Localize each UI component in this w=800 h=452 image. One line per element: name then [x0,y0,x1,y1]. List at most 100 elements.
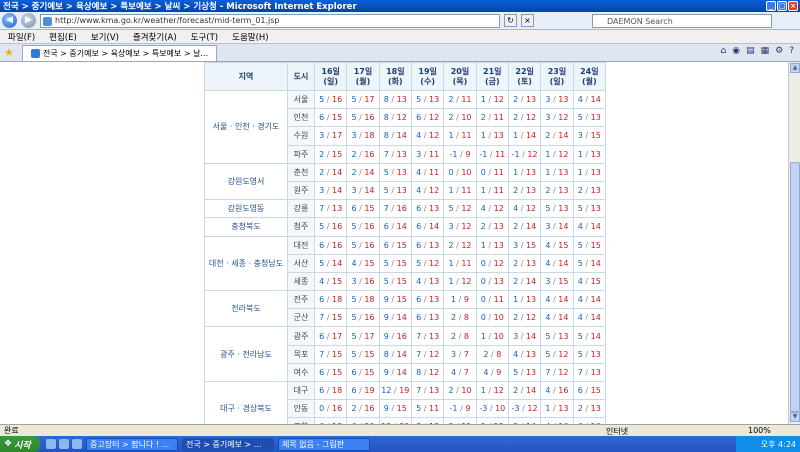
temp-high: 9 [465,404,471,414]
temp-cell: 2 / 12 [507,108,542,128]
temp-separator: / [421,276,429,286]
header-day-weekday: (일) [323,76,338,86]
minimize-button[interactable]: _ [766,1,776,11]
temp-cell: 5 / 16 [346,217,380,237]
temp-high: 7 [463,367,469,377]
temp-separator: / [421,149,429,159]
menu-file[interactable]: 파일(F) [8,31,35,43]
temp-cell: 5 / 16 [346,235,380,255]
url-input[interactable]: http://www.kma.go.kr/weather/forecast/mi… [40,13,500,28]
tab-bar: ★ 전국 > 중기예보 > 육상예보 > 특보예보 > 날... ⌂ ◉ ▤ ▦… [0,44,800,62]
vertical-scrollbar[interactable]: ▲ ▼ [788,62,800,424]
taskbar-item-forecast[interactable]: 전국 > 중기예보 > ... [182,437,274,451]
temp-cell: 2 / 10 [443,108,477,128]
header-day: 23일 (일) [540,62,574,91]
menu-favorites[interactable]: 즐겨찾기(A) [133,31,177,43]
close-button[interactable]: × [788,1,798,11]
temp-cell: 5 / 15 [346,344,380,364]
temp-high: 13 [525,258,537,268]
scroll-down-icon[interactable]: ▼ [790,412,800,422]
taskbar-item-used-market[interactable]: 중고장터 > 팝니다 ! ... [86,437,178,451]
temp-separator: / [582,313,591,323]
menu-tools[interactable]: 도구(T) [191,31,218,43]
temp-cell: 8 / 14 [378,126,412,146]
quicklaunch-media-icon[interactable] [72,439,82,449]
menu-edit[interactable]: 편집(E) [49,31,77,43]
temp-cell: 8 / 12 [378,108,412,128]
header-day-date: 20일 [450,66,470,76]
temp-cell: 0 / 13 [475,271,509,292]
menu-help[interactable]: 도움말(H) [232,31,268,43]
temp-high: 14 [332,258,343,268]
temp-cell: 5 / 13 [540,199,574,219]
city-name: 여수 [287,362,315,383]
temp-high: 11 [461,95,472,105]
scroll-up-icon[interactable]: ▲ [790,63,800,73]
forward-button[interactable]: ▶ [21,13,36,28]
temp-high: 13 [590,349,601,359]
temp-separator: / [421,131,429,141]
temp-high: 12 [558,349,569,359]
temp-separator: / [388,131,397,141]
temp-separator: / [582,167,591,177]
print-icon[interactable]: ▤ [746,46,755,56]
temp-high: 9 [496,367,502,377]
temp-cell: 6 / 15 [313,108,348,128]
stop-icon[interactable]: × [521,14,534,27]
temp-separator: / [388,113,397,123]
temp-separator: / [421,258,429,268]
city-name: 수원 [287,126,315,146]
temp-separator: / [421,204,429,214]
temp-cell: 9 / 15 [378,290,412,310]
temp-high: 12 [428,186,440,196]
temp-high: 13 [525,186,537,196]
temp-high: 13 [558,204,569,214]
feed-icon[interactable]: ◉ [732,46,740,56]
temp-cell: 4 / 12 [410,126,445,146]
temp-cell: 7 / 12 [410,344,445,364]
temp-separator: / [582,149,591,159]
temp-high: 13 [493,131,504,141]
temp-high: 15 [396,276,407,286]
temp-separator: / [518,240,526,250]
tab-current[interactable]: 전국 > 중기예보 > 육상예보 > 특보예보 > 날... [21,44,218,61]
temp-low: -3 [511,404,520,414]
quicklaunch-desktop-icon[interactable] [46,439,56,449]
temp-high: 12 [428,258,440,268]
temp-cell: 6 / 13 [410,199,445,219]
temp-cell: 3 / 15 [507,235,542,255]
temp-cell: 5 / 13 [572,199,607,219]
page-menu-icon[interactable]: ▦ [761,46,770,56]
quicklaunch-ie-icon[interactable] [59,439,69,449]
refresh-icon[interactable]: ↻ [504,14,517,27]
city-name: 원주 [287,180,315,201]
taskbar-item-paint[interactable]: 제목 없음 - 그림판 [278,437,370,451]
maximize-button[interactable]: □ [777,1,787,11]
temp-cell: 3 / 17 [313,126,348,146]
search-input[interactable]: DAEMON Search [592,14,772,28]
temp-cell: 0 / 11 [475,162,509,182]
window-title: 전국 > 중기예보 > 육상예보 > 특보예보 > 날씨 > 기상청 - Mic… [3,2,357,12]
city-name: 서울 [287,89,315,110]
temp-cell: 2 / 11 [443,89,477,110]
temp-high: 13 [396,167,407,177]
temp-separator: / [518,331,526,341]
scroll-thumb[interactable] [790,162,800,412]
task-label: 중고장터 > 팝니다 ! ... [90,439,170,449]
temp-cell: 2 / 12 [507,308,542,328]
temp-cell: 5 / 15 [378,253,412,273]
temp-cell: 2 / 16 [346,144,380,164]
temp-cell: 1 / 13 [475,126,509,146]
temp-high: 14 [428,222,440,232]
temp-separator: / [324,186,332,196]
tools-gear-icon[interactable]: ⚙ [775,46,783,56]
favorites-star-icon[interactable]: ★ [4,46,14,59]
start-button[interactable]: ❖ 시작 [0,436,40,452]
temp-cell: 6 / 14 [378,217,412,237]
menu-view[interactable]: 보기(V) [91,31,119,43]
back-button[interactable]: ◀ [2,13,17,28]
help-icon[interactable]: ? [789,46,794,56]
home-icon[interactable]: ⌂ [721,46,727,56]
temp-cell: 3 / 13 [540,89,574,110]
zoom-level[interactable]: 100% [748,426,771,435]
